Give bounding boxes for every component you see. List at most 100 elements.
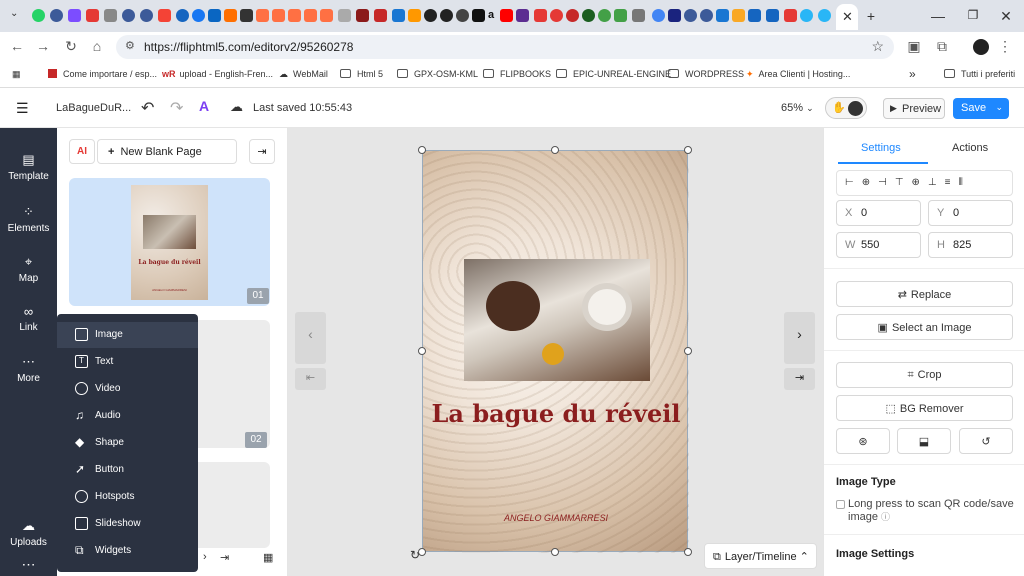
- tab-favicon[interactable]: [224, 9, 237, 22]
- youtube-tab-icon[interactable]: [500, 9, 513, 22]
- rail-overflow-icon[interactable]: ⋯: [0, 556, 57, 573]
- tab-list-icon[interactable]: ⌄: [10, 8, 23, 21]
- bookmark-folder[interactable]: GPX-OSM-KML: [397, 69, 478, 79]
- menu-item-shape[interactable]: ◆ Shape: [57, 430, 198, 456]
- align-left-icon[interactable]: ⊢: [845, 177, 862, 188]
- save-button[interactable]: Save ⌄: [953, 98, 1009, 119]
- preview-button[interactable]: ▶ Preview: [883, 98, 945, 119]
- active-tab[interactable]: ✕: [836, 4, 858, 30]
- resize-handle[interactable]: [551, 146, 559, 154]
- layer-timeline-button[interactable]: ⧉ Layer/Timeline ⌃: [704, 543, 817, 569]
- tab-favicon[interactable]: [716, 9, 729, 22]
- wordpress-tab-icon[interactable]: [50, 9, 63, 22]
- tab-favicon[interactable]: [516, 9, 529, 22]
- reload-icon[interactable]: ↻: [62, 38, 80, 55]
- tab-favicon[interactable]: [766, 9, 779, 22]
- rail-item-map[interactable]: ⌖ Map: [0, 254, 57, 284]
- bookmark-item[interactable]: ☁ WebMail: [279, 69, 328, 80]
- page-thumbnail-01[interactable]: La bague du réveil ANGELO GIAMMARRESI 01: [69, 178, 270, 306]
- tab-favicon[interactable]: [338, 9, 351, 22]
- rail-item-more[interactable]: ⋯ More: [0, 354, 57, 384]
- wordpress-tab-icon[interactable]: [140, 9, 153, 22]
- tab-favicon[interactable]: [748, 9, 761, 22]
- tab-favicon[interactable]: [356, 9, 369, 22]
- ai-page-button[interactable]: AI: [69, 139, 95, 164]
- linkedin-tab-icon[interactable]: [208, 9, 221, 22]
- tab-favicon[interactable]: [240, 9, 253, 22]
- reset-icon[interactable]: ↺: [959, 428, 1013, 454]
- wordpress-tab-icon[interactable]: [684, 9, 697, 22]
- menu-item-slideshow[interactable]: Slideshow: [57, 511, 198, 537]
- tab-favicon[interactable]: [668, 9, 681, 22]
- tab-favicon[interactable]: [392, 9, 405, 22]
- menu-item-image[interactable]: Image: [57, 322, 198, 348]
- resize-handle[interactable]: [551, 548, 559, 556]
- github-tab-icon[interactable]: [440, 9, 453, 22]
- bookmark-folder[interactable]: FLIPBOOKS: [483, 69, 551, 79]
- tab-favicon[interactable]: [86, 9, 99, 22]
- tab-favicon[interactable]: [632, 9, 645, 22]
- rail-item-template[interactable]: ▤ Template: [0, 152, 57, 182]
- whatsapp-tab-icon[interactable]: [32, 9, 45, 22]
- restore-icon[interactable]: ❐: [963, 8, 983, 22]
- facebook-tab-icon[interactable]: [192, 9, 205, 22]
- puzzle-icon[interactable]: ⧉: [933, 38, 951, 55]
- bookmark-item[interactable]: wR upload - English-Fren...: [162, 69, 273, 79]
- apps-icon[interactable]: ▦: [12, 69, 21, 80]
- last-page-button[interactable]: ⇥: [784, 368, 815, 390]
- ai-assistant-icon[interactable]: A: [199, 98, 209, 114]
- filter-icon[interactable]: ⊛: [836, 428, 890, 454]
- tab-favicon[interactable]: [158, 9, 171, 22]
- next-page-icon[interactable]: ›: [203, 551, 207, 563]
- bookmark-folder[interactable]: Html 5: [340, 69, 383, 79]
- height-field[interactable]: H 825: [928, 232, 1013, 258]
- url-text[interactable]: https://fliphtml5.com/editorv2/95260278: [144, 40, 353, 54]
- align-middle-icon[interactable]: ⊕: [912, 177, 928, 188]
- resize-handle[interactable]: [684, 347, 692, 355]
- bookmark-item[interactable]: ✦ Area Clienti | Hosting...: [746, 69, 850, 80]
- tab-favicon[interactable]: [408, 9, 421, 22]
- window-close-icon[interactable]: ✕: [996, 8, 1016, 25]
- tab-favicon[interactable]: [534, 9, 547, 22]
- menu-item-button[interactable]: ➚ Button: [57, 457, 198, 483]
- extension-icon[interactable]: ▣: [905, 38, 923, 55]
- minimize-icon[interactable]: —: [928, 8, 948, 24]
- tab-favicon[interactable]: [256, 9, 269, 22]
- tab-favicon[interactable]: [176, 9, 189, 22]
- redo-icon[interactable]: ↷: [170, 98, 183, 118]
- resize-handle[interactable]: [684, 548, 692, 556]
- preview-mode-toggle[interactable]: ✋: [825, 97, 867, 119]
- home-icon[interactable]: ⌂: [88, 38, 106, 54]
- profile-avatar[interactable]: [973, 39, 989, 55]
- browser-menu-icon[interactable]: ⋮: [996, 38, 1014, 55]
- resize-handle[interactable]: [418, 347, 426, 355]
- tab-favicon[interactable]: [288, 9, 301, 22]
- select-image-button[interactable]: ▣ Select an Image: [836, 314, 1013, 340]
- x-field[interactable]: X0: [836, 200, 921, 226]
- close-tab-icon[interactable]: ✕: [842, 9, 853, 25]
- site-info-icon[interactable]: ⚙: [125, 39, 135, 52]
- document-title[interactable]: LaBagueDuR...: [56, 102, 131, 114]
- menu-item-widgets[interactable]: ⧉ Widgets: [57, 538, 198, 564]
- width-field[interactable]: W 550: [836, 232, 921, 258]
- github-tab-icon[interactable]: [424, 9, 437, 22]
- y-field[interactable]: Y0: [928, 200, 1013, 226]
- tab-favicon[interactable]: [374, 9, 387, 22]
- chevron-down-icon[interactable]: ⌄: [995, 102, 1003, 113]
- bookmark-folder[interactable]: Tutti i preferiti: [944, 69, 1015, 79]
- menu-item-hotspots[interactable]: Hotspots: [57, 484, 198, 510]
- cover-photo[interactable]: [464, 259, 650, 381]
- address-bar[interactable]: ⚙ https://fliphtml5.com/editorv2/9526027…: [116, 35, 894, 59]
- resize-handle[interactable]: [684, 146, 692, 154]
- cover-title[interactable]: La bague du réveil: [423, 399, 689, 428]
- next-page-button[interactable]: ›: [784, 312, 815, 364]
- last-page-icon[interactable]: ⇥: [220, 551, 229, 564]
- tab-favicon[interactable]: [456, 9, 469, 22]
- google-tab-icon[interactable]: [652, 9, 665, 22]
- zoom-level[interactable]: 65% ⌄: [781, 102, 814, 114]
- resize-handle[interactable]: [418, 146, 426, 154]
- tab-favicon[interactable]: [272, 9, 285, 22]
- mask-icon[interactable]: ⬓: [897, 428, 951, 454]
- back-icon[interactable]: ←: [8, 38, 26, 54]
- info-icon[interactable]: ⓘ: [881, 512, 890, 522]
